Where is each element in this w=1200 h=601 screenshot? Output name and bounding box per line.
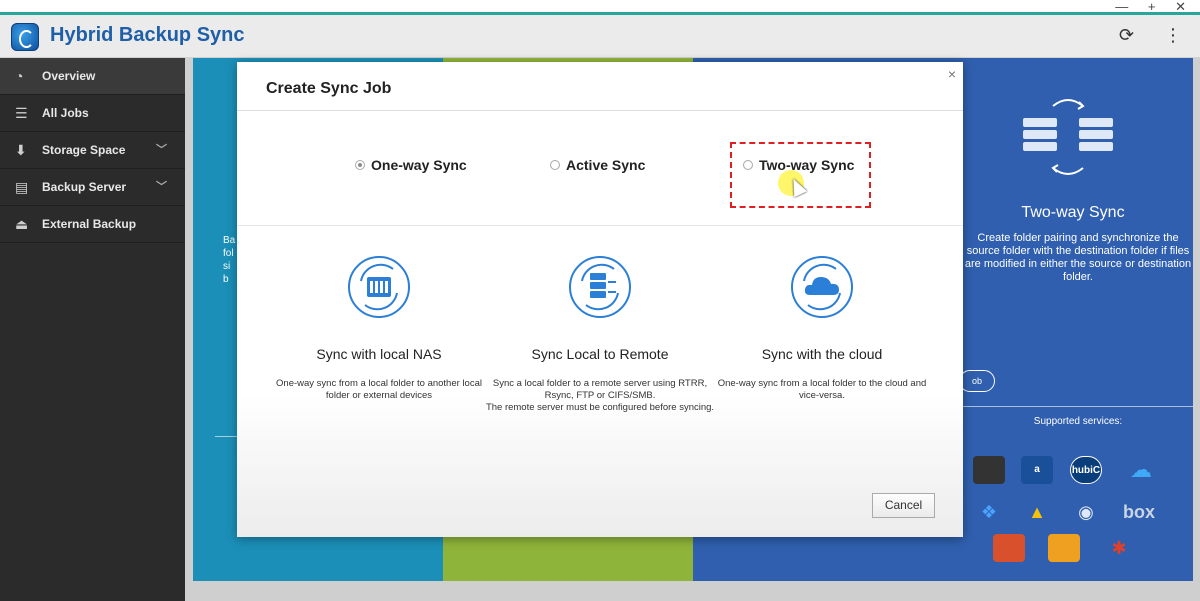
hubic-service-icon[interactable]: hubiC — [1070, 456, 1102, 484]
radio-one-way-sync[interactable]: One-way Sync — [355, 157, 467, 173]
remote-sync-icon — [569, 256, 631, 318]
google-drive-service-icon[interactable]: ▲ — [1021, 498, 1053, 526]
close-icon[interactable]: × — [948, 66, 956, 82]
box-service-icon[interactable]: box — [1123, 498, 1155, 526]
divider — [961, 406, 1193, 407]
sidebar-item-label: Storage Space — [42, 143, 126, 157]
annotation-highlight-box — [730, 142, 871, 208]
cancel-button[interactable]: Cancel — [872, 493, 935, 518]
sidebar-item-overview[interactable]: ◔ Overview — [0, 58, 185, 95]
dropbox-service-icon[interactable]: ❖ — [973, 498, 1005, 526]
dialog-title: Create Sync Job — [266, 80, 392, 97]
radio-label: Active Sync — [566, 157, 646, 173]
external-drive-icon: ⏏ — [15, 216, 29, 232]
feature-title: Sync with local NAS — [316, 346, 442, 362]
gauge-icon: ◔ — [15, 68, 24, 84]
app-titlebar: Hybrid Backup Sync ⟳ ⋮ — [0, 15, 1200, 58]
panel-peek-text: Ba fol si b — [223, 235, 236, 285]
storage-service-icon[interactable] — [1048, 534, 1080, 562]
nas-service-icon[interactable] — [973, 456, 1005, 484]
create-job-button[interactable]: ob — [959, 370, 995, 392]
onedrive-service-icon[interactable]: ☁ — [1125, 456, 1157, 484]
feature-sync-local-remote: Sync Local to Remote Sync a local folder… — [485, 255, 715, 414]
radio-checked-icon[interactable] — [355, 160, 365, 170]
amazon-service-icon[interactable]: a — [1021, 456, 1053, 484]
window-controls[interactable]: — + ✕ — [1115, 0, 1194, 15]
openstack-service-icon[interactable]: ✱ — [1103, 534, 1135, 562]
sidebar-item-label: Overview — [42, 69, 96, 83]
feature-title: Sync with the cloud — [761, 346, 883, 362]
download-icon: ⬇ — [15, 142, 27, 158]
more-menu-icon[interactable]: ⋮ — [1164, 25, 1182, 46]
feature-title: Sync Local to Remote — [531, 346, 669, 362]
create-sync-job-dialog: Create Sync Job × One-way Sync Active Sy… — [237, 62, 963, 537]
sidebar: ◔ Overview ☰ All Jobs ⬇ Storage Space ﹀ … — [0, 58, 185, 601]
sidebar-item-all-jobs[interactable]: ☰ All Jobs — [0, 95, 185, 132]
sidebar-item-backup-server[interactable]: ▤ Backup Server ﹀ — [0, 169, 185, 206]
feature-description: One-way sync from a local folder to anot… — [276, 378, 482, 401]
nas-sync-icon — [348, 256, 410, 318]
list-icon: ☰ — [15, 105, 28, 121]
divider — [237, 110, 963, 111]
refresh-icon[interactable]: ⟳ — [1119, 25, 1134, 46]
chevron-down-icon: ﹀ — [156, 144, 167, 156]
ufo-service-icon[interactable]: ◉ — [1070, 498, 1102, 526]
sidebar-item-label: All Jobs — [42, 106, 89, 120]
app-title: Hybrid Backup Sync — [50, 24, 245, 46]
app-logo-icon — [11, 23, 39, 51]
radio-label: One-way Sync — [371, 157, 467, 173]
sidebar-item-external-backup[interactable]: ⏏ External Backup — [0, 206, 185, 243]
two-way-sync-icon — [1023, 99, 1113, 175]
divider — [237, 225, 963, 226]
chevron-down-icon: ﹀ — [156, 181, 167, 193]
feature-sync-cloud: Sync with the cloud One-way sync from a … — [707, 255, 937, 402]
aws-service-icon[interactable] — [993, 534, 1025, 562]
sidebar-item-label: External Backup — [42, 217, 137, 231]
radio-unchecked-icon[interactable] — [550, 160, 560, 170]
sidebar-item-label: Backup Server — [42, 180, 127, 194]
server-icon: ▤ — [15, 179, 29, 195]
sidebar-item-storage-space[interactable]: ⬇ Storage Space ﹀ — [0, 132, 185, 169]
radio-active-sync[interactable]: Active Sync — [550, 157, 645, 173]
cloud-sync-icon — [791, 256, 853, 318]
window-top-strip: — + ✕ — [0, 0, 1200, 15]
feature-description: Sync a local folder to a remote server u… — [485, 378, 715, 413]
feature-description: One-way sync from a local folder to the … — [717, 378, 927, 401]
two-way-sync-description: Create folder pairing and synchronize th… — [964, 232, 1192, 283]
feature-sync-local-nas: Sync with local NAS One-way sync from a … — [264, 255, 494, 402]
supported-services-label: Supported services: — [1033, 416, 1123, 427]
